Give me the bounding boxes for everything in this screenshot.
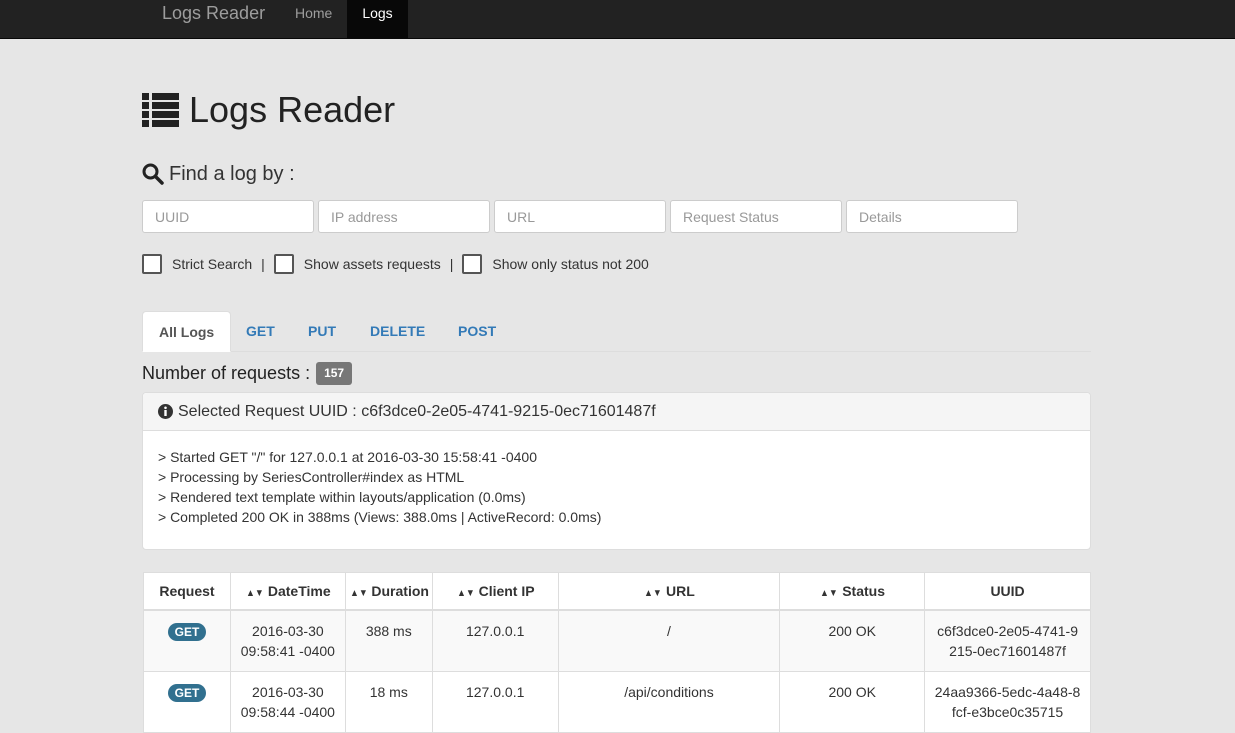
request-count-label: Number of requests : — [142, 362, 311, 383]
option-separator: | — [261, 256, 265, 272]
not-200-label: Show only status not 200 — [492, 256, 649, 272]
url-cell: /api/conditions — [557, 670, 781, 733]
status-filter-input[interactable] — [670, 200, 842, 233]
info-icon — [158, 404, 173, 419]
page-title: Logs Reader — [142, 88, 395, 132]
sort-icon: ▲▼ — [820, 587, 839, 599]
url-filter-input[interactable] — [494, 200, 666, 233]
request-count-badge: 157 — [316, 361, 353, 385]
duration-cell: 388 ms — [344, 609, 433, 672]
strict-search-label: Strict Search — [172, 256, 253, 272]
list-icon — [142, 93, 179, 127]
requests-table: Request ▲▼ DateTime ▲▼ Duration ▲▼ Client I… — [143, 572, 1091, 733]
tab-post[interactable]: POST — [442, 311, 512, 352]
tab-all-logs[interactable]: All Logs — [142, 311, 232, 352]
selected-request-panel: Selected Request UUID : c6f3dce0-2e05-47… — [142, 392, 1091, 550]
datetime-cell: 2016-03-30 09:58:41 -0400 — [229, 609, 346, 672]
selected-request-log: > Started GET "/" for 127.0.0.1 at 2016-… — [143, 431, 1090, 543]
column-header-datetime[interactable]: ▲▼ DateTime — [229, 572, 346, 611]
tab-delete[interactable]: DELETE — [354, 311, 441, 352]
tab-get[interactable]: GET — [230, 311, 291, 352]
ip-filter-input[interactable] — [318, 200, 490, 233]
column-header-status[interactable]: ▲▼ Status — [779, 572, 926, 611]
sort-icon: ▲▼ — [246, 587, 264, 599]
navbar-brand[interactable]: Logs Reader — [162, 3, 265, 23]
column-header-request: Request — [143, 572, 231, 611]
request-count: Number of requests : 157 — [142, 361, 353, 385]
tab-put[interactable]: PUT — [292, 311, 352, 352]
status-cell: 200 OK — [779, 609, 926, 672]
method-badge: GET — [167, 683, 207, 702]
uuid-cell: 24aa9366-5edc-4a48-8 fcf-e3bce0c35715 — [924, 670, 1091, 733]
datetime-cell: 2016-03-30 09:58:44 -0400 — [229, 670, 346, 733]
search-options: Strict Search | Show assets requests | S… — [142, 254, 649, 274]
details-filter-input[interactable] — [846, 200, 1018, 233]
uuid-cell: c6f3dce0-2e05-4741-9 215-0ec71601487f — [924, 609, 1091, 672]
method-tabs: All Logs GET PUT DELETE POST — [142, 311, 1091, 352]
sort-icon: ▲▼ — [644, 587, 662, 599]
search-label-text: Find a log by : — [169, 163, 295, 185]
nav-link-logs[interactable]: Logs — [347, 0, 408, 38]
uuid-filter-input[interactable] — [142, 200, 314, 233]
nav-link-home[interactable]: Home — [280, 0, 347, 38]
table-header-row: Request ▲▼ DateTime ▲▼ Duration ▲▼ Client I… — [143, 572, 1091, 611]
column-header-uuid: UUID — [924, 572, 1091, 611]
search-label: Find a log by : — [142, 160, 295, 188]
not-200-checkbox[interactable] — [462, 254, 483, 274]
column-header-url[interactable]: ▲▼ URL — [557, 572, 781, 611]
show-assets-checkbox[interactable] — [273, 254, 294, 274]
selected-request-heading: Selected Request UUID : c6f3dce0-2e05-47… — [143, 393, 1090, 431]
log-line: > Started GET "/" for 127.0.0.1 at 2016-… — [158, 449, 537, 465]
method-badge: GET — [167, 622, 207, 641]
duration-cell: 18 ms — [344, 670, 433, 733]
search-icon — [142, 163, 164, 185]
show-assets-label: Show assets requests — [303, 256, 441, 272]
log-line: > Processing by SeriesController#index a… — [158, 469, 465, 485]
status-cell: 200 OK — [779, 670, 926, 733]
client-ip-cell: 127.0.0.1 — [431, 609, 559, 672]
top-navbar: Logs Reader Home Logs — [0, 0, 1235, 39]
page-title-text: Logs Reader — [189, 89, 396, 130]
log-line: > Completed 200 OK in 388ms (Views: 388.… — [158, 509, 602, 525]
sort-icon: ▲▼ — [349, 587, 368, 599]
option-separator: | — [449, 256, 454, 272]
column-header-client-ip[interactable]: ▲▼ Client IP — [431, 572, 559, 611]
client-ip-cell: 127.0.0.1 — [431, 670, 559, 733]
strict-search-checkbox[interactable] — [142, 254, 162, 274]
column-header-duration[interactable]: ▲▼ Duration — [344, 572, 433, 611]
selected-request-title: Selected Request UUID : c6f3dce0-2e05-47… — [178, 402, 656, 420]
log-line: > Rendered text template within layouts/… — [158, 489, 526, 505]
sort-icon: ▲▼ — [456, 587, 475, 599]
table-row[interactable]: GET 2016-03-30 09:58:41 -0400 388 ms 127.… — [143, 609, 1091, 672]
table-row[interactable]: GET 2016-03-30 09:58:44 -0400 18 ms 127.0… — [143, 670, 1091, 733]
url-cell: / — [557, 609, 781, 672]
